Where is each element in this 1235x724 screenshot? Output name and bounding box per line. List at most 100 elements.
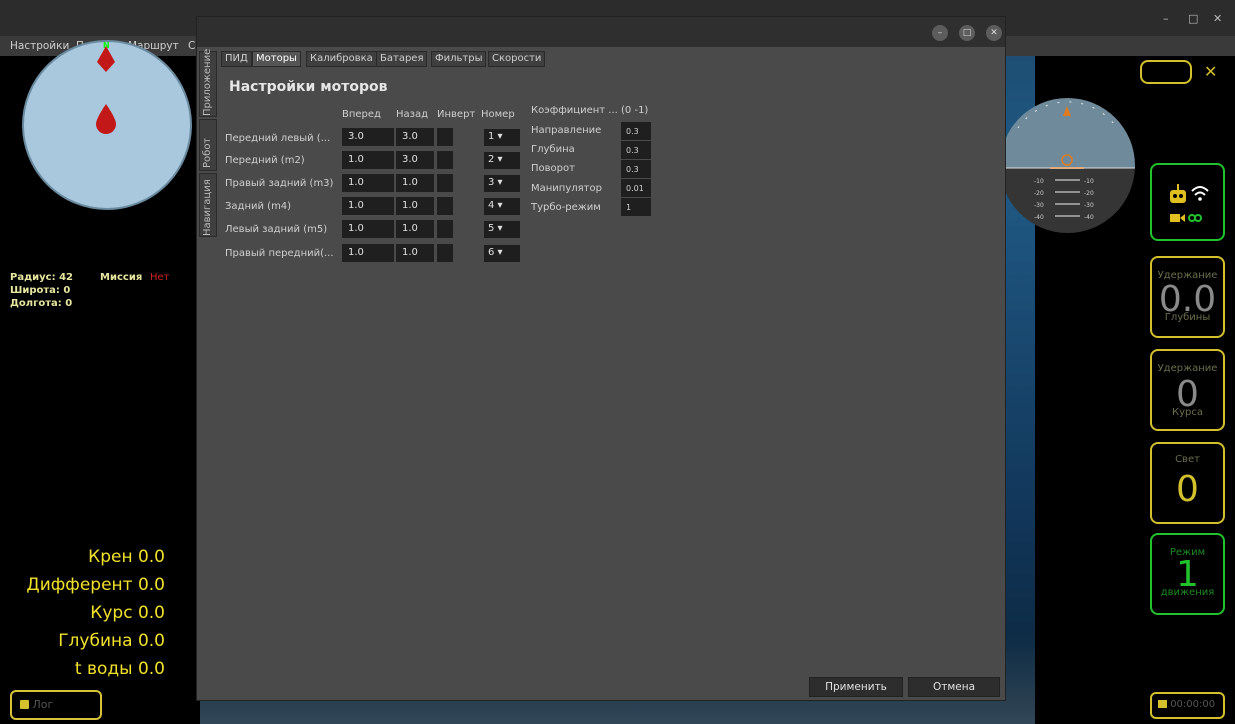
light-value: 0 [1176, 469, 1199, 510]
attitude-tick-left-4: -40 [1034, 214, 1044, 221]
radius-label: Радиус: 42 [10, 272, 74, 283]
log-button[interactable]: Лог [10, 690, 102, 720]
robot-position-icon [96, 104, 116, 134]
coef-turbo-input[interactable]: 1 [621, 198, 651, 216]
fullscreen-icon[interactable]: ✕ [1204, 62, 1217, 81]
motor-forward-input[interactable]: 1.0 [342, 220, 394, 238]
coefficient-header: Коэффициент ... (0 -1) [531, 105, 649, 116]
drive-mode-button[interactable]: Режим 1 движения [1150, 533, 1225, 615]
motor-number-select[interactable]: 1 ▾ [484, 129, 520, 146]
dialog-close-icon[interactable]: ✕ [986, 25, 1002, 41]
coef-turn-input[interactable]: 0.3 [621, 160, 651, 178]
dialog-titlebar: – □ ✕ [197, 17, 1005, 47]
tab-calibration[interactable]: Калибровка [306, 51, 377, 67]
video-camera-icon [1158, 700, 1167, 708]
tab-pid[interactable]: ПИД [221, 51, 252, 67]
motor-back-input[interactable]: 3.0 [396, 128, 434, 146]
motor-invert-checkbox[interactable] [437, 244, 453, 262]
side-tab-robot[interactable]: Робот [199, 119, 217, 171]
motor-forward-input[interactable]: 1.0 [342, 197, 394, 215]
coef-depth-input[interactable]: 0.3 [621, 141, 651, 159]
motor-invert-checkbox[interactable] [437, 197, 453, 215]
motor-number-select[interactable]: 3 ▾ [484, 175, 520, 192]
motor-number-select[interactable]: 2 ▾ [484, 152, 520, 169]
motor-forward-input[interactable]: 1.0 [342, 151, 394, 169]
attitude-tick-right-4: -40 [1084, 214, 1094, 221]
motor-invert-checkbox[interactable] [437, 174, 453, 192]
connection-icons [1170, 184, 1209, 222]
motor-forward-input[interactable]: 1.0 [342, 244, 394, 262]
apply-button[interactable]: Применить [809, 677, 903, 697]
record-time: 00:00:00 [1170, 699, 1216, 710]
motor-back-input[interactable]: 1.0 [396, 244, 434, 262]
course-hold-subtitle: Курса [1172, 407, 1203, 418]
depth-hold-button[interactable]: Удержание 0.0 Глубины [1150, 256, 1225, 338]
attitude-tick-right-2: -20 [1084, 190, 1094, 197]
motor-back-input[interactable]: 1.0 [396, 220, 434, 238]
tab-filters[interactable]: Фильтры [431, 51, 487, 67]
coef-turn-label: Поворот [531, 163, 575, 174]
latitude-label: Широта: 0 [10, 285, 71, 296]
tab-speeds[interactable]: Скорости [488, 51, 546, 67]
coef-depth-label: Глубина [531, 144, 575, 155]
motor-forward-input[interactable]: 3.0 [342, 128, 394, 146]
tab-battery[interactable]: Батарея [376, 51, 428, 67]
connection-status-card [1150, 163, 1225, 241]
attitude-tick-right-1: -10 [1084, 178, 1094, 185]
wifi-icon [1191, 186, 1209, 192]
motor-number-select[interactable]: 6 ▾ [484, 245, 520, 262]
coef-manipulator-label: Манипулятор [531, 183, 602, 194]
minimize-icon[interactable]: – [1163, 12, 1169, 25]
heading-readout: Курс 0.0 [90, 603, 165, 623]
course-hold-button[interactable]: Удержание 0 Курса [1150, 349, 1225, 431]
column-invert: Инверт [437, 109, 476, 120]
camera-icon [1170, 214, 1180, 222]
save-icon [20, 700, 29, 709]
maximize-icon[interactable]: □ [1188, 12, 1198, 25]
longitude-label: Долгота: 0 [10, 298, 73, 309]
motor-name: Правый задний (m3) [225, 178, 334, 189]
coef-direction-label: Направление [531, 125, 602, 136]
dialog-maximize-icon[interactable]: □ [959, 25, 975, 41]
coef-manipulator-input[interactable]: 0.01 [621, 179, 651, 197]
motor-back-input[interactable]: 1.0 [396, 174, 434, 192]
column-back: Назад [396, 109, 429, 120]
attitude-tick-left-2: -20 [1034, 190, 1044, 197]
attitude-indicator: -10 -10 -20 -20 -30 -30 -40 -40 [1000, 98, 1135, 233]
dialog-minimize-icon[interactable]: – [932, 25, 948, 41]
log-label: Лог [32, 698, 54, 711]
motor-invert-checkbox[interactable] [437, 128, 453, 146]
motor-number-select[interactable]: 5 ▾ [484, 221, 520, 238]
drive-mode-subtitle: движения [1160, 587, 1215, 598]
motor-number-value: 2 [488, 154, 495, 165]
compass-markers [96, 46, 116, 134]
tab-motors[interactable]: Моторы [252, 51, 301, 67]
page-title: Настройки моторов [229, 79, 388, 95]
motor-invert-checkbox[interactable] [437, 151, 453, 169]
motor-back-input[interactable]: 3.0 [396, 151, 434, 169]
cancel-button[interactable]: Отмена [908, 677, 1000, 697]
coef-direction-input[interactable]: 0.3 [621, 122, 651, 140]
motor-number-value: 3 [488, 177, 495, 188]
motor-forward-input[interactable]: 1.0 [342, 174, 394, 192]
motor-number-value: 6 [488, 247, 495, 258]
water-temp-readout: t воды 0.0 [74, 659, 165, 679]
motor-name: Передний левый (... [225, 133, 331, 144]
side-tab-navigation-label: Навигация [202, 179, 213, 236]
motor-number-select[interactable]: 4 ▾ [484, 198, 520, 215]
side-tab-application[interactable]: Приложение [199, 49, 217, 117]
course-hold-title: Удержание [1157, 363, 1218, 374]
record-button[interactable]: 00:00:00 [1150, 692, 1225, 719]
attitude-tick-left-3: -30 [1034, 202, 1044, 209]
motor-number-value: 4 [488, 200, 495, 211]
depth-hold-subtitle: Глубины [1164, 312, 1211, 323]
motor-back-input[interactable]: 1.0 [396, 197, 434, 215]
column-number: Номер [481, 109, 515, 120]
depth-readout: Глубина 0.0 [58, 631, 165, 651]
close-icon[interactable]: ✕ [1213, 12, 1222, 25]
side-tab-navigation[interactable]: Навигация [199, 173, 217, 237]
light-button[interactable]: Свет 0 [1150, 442, 1225, 524]
motor-invert-checkbox[interactable] [437, 220, 453, 238]
motor-name: Правый передний(... [225, 248, 334, 259]
top-right-empty-box[interactable] [1140, 60, 1192, 84]
